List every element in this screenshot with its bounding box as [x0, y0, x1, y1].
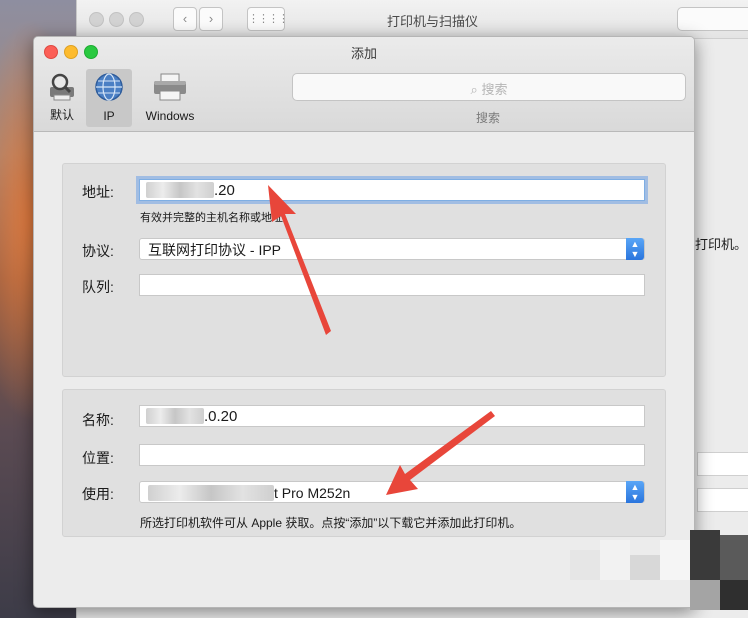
driver-select[interactable]: t Pro M252n ▲ ▼	[139, 481, 645, 503]
search-caption: 搜索	[475, 111, 500, 125]
back-window-search[interactable]	[677, 7, 748, 31]
driver-value: t Pro M252n	[274, 485, 351, 501]
tab-windows-label: Windows	[145, 109, 195, 123]
minimize-button-inactive[interactable]	[109, 12, 124, 27]
tab-default[interactable]: 默认	[40, 69, 84, 127]
back-window-text: 打印机。	[695, 237, 748, 252]
redacted-address	[146, 182, 214, 198]
search-icon: ⌕	[470, 82, 478, 97]
queue-field[interactable]	[139, 274, 645, 296]
tab-default-label: 默认	[49, 108, 74, 122]
chevron-updown-icon[interactable]: ▲ ▼	[626, 238, 644, 260]
search-placeholder: ⌕ 搜索	[293, 79, 685, 98]
close-button-inactive[interactable]	[89, 12, 104, 27]
printer-icon	[154, 73, 186, 101]
location-field[interactable]	[139, 444, 645, 466]
name-field[interactable]: .0.20	[139, 405, 645, 427]
use-label: 使用:	[82, 486, 114, 502]
redacted-name	[146, 408, 204, 424]
show-all-grid-icon[interactable]: ⋮⋮⋮⋮	[247, 7, 289, 31]
zoom-button-inactive[interactable]	[129, 12, 144, 27]
protocol-value: 互联网打印协议 - IPP	[148, 242, 282, 258]
magnifier-printer-icon	[50, 73, 74, 101]
tab-windows[interactable]: Windows	[136, 69, 204, 127]
protocol-select[interactable]: 互联网打印协议 - IPP ▲ ▼	[139, 238, 645, 260]
tab-ip-label: IP	[103, 109, 115, 123]
add-printer-dialog: 添加 默认 IP Windows ⌕ 搜索 搜索 地址: .20 有效并完整的主…	[33, 36, 695, 608]
back-window-field[interactable]	[697, 452, 748, 476]
dialog-title: 添加	[350, 46, 377, 61]
driver-download-note: 所选打印机软件可从 Apple 获取。点按“添加”以下载它并添加此打印机。	[140, 516, 522, 530]
location-label: 位置:	[82, 450, 114, 466]
name-label: 名称:	[82, 412, 114, 428]
address-hint: 有效并完整的主机名称或地址。	[140, 212, 294, 224]
address-value: .20	[214, 182, 235, 199]
back-window-field[interactable]	[697, 488, 748, 512]
address-label: 地址:	[82, 184, 114, 200]
address-field[interactable]: .20	[139, 179, 645, 201]
forward-button[interactable]: ›	[199, 7, 223, 31]
dialog-toolbar: 添加 默认 IP Windows ⌕ 搜索 搜索	[34, 37, 694, 132]
search-placeholder-text: 搜索	[481, 82, 508, 97]
queue-label: 队列:	[82, 279, 114, 295]
search-input[interactable]: ⌕ 搜索	[292, 73, 686, 101]
redacted-driver	[148, 485, 274, 501]
protocol-label: 协议:	[82, 243, 114, 259]
back-button[interactable]: ‹	[173, 7, 197, 31]
back-window-titlebar: ‹ › ⋮⋮⋮⋮ 打印机与扫描仪	[77, 0, 748, 39]
globe-icon	[95, 73, 123, 101]
back-window-title: 打印机与扫描仪	[387, 14, 479, 29]
pixelated-watermark	[570, 530, 748, 610]
chevron-updown-icon[interactable]: ▲ ▼	[626, 481, 644, 503]
tab-ip[interactable]: IP	[86, 69, 132, 127]
name-value: .0.20	[204, 408, 238, 425]
